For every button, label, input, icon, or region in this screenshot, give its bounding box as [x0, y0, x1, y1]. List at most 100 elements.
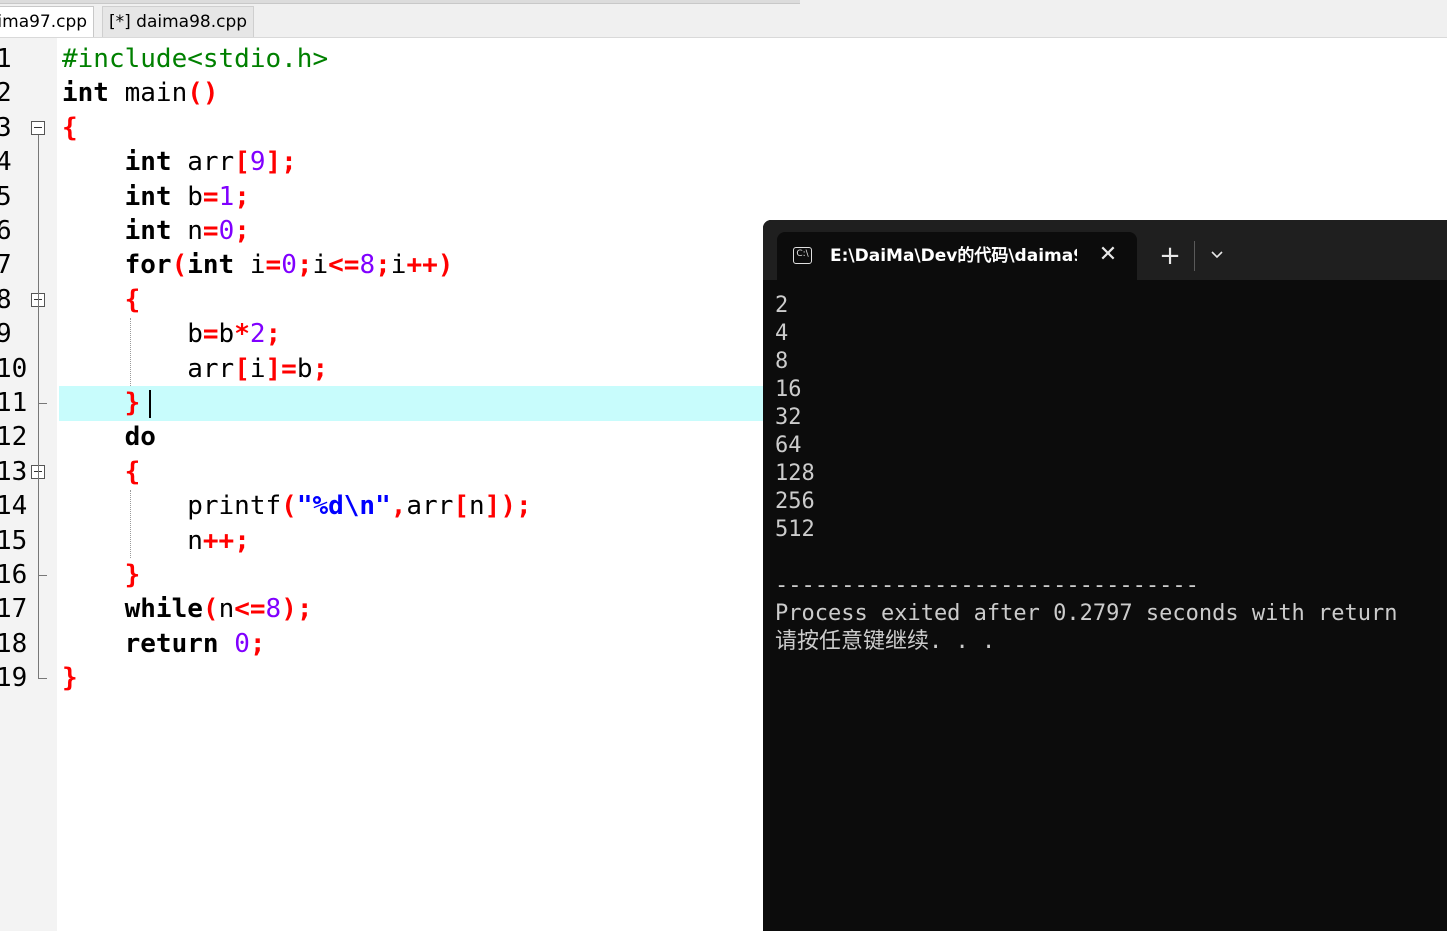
code-line: int b=1;	[62, 180, 250, 214]
line-number: 5	[0, 181, 12, 212]
code-line: n++;	[62, 524, 250, 558]
code-token: i	[312, 250, 329, 281]
fold-end-marker	[38, 403, 47, 404]
line-number: 2	[0, 78, 12, 109]
code-line: return 0;	[62, 627, 266, 661]
code-token: for	[124, 250, 172, 281]
code-token: i	[249, 353, 266, 384]
code-token: ;	[234, 181, 250, 212]
code-token: do	[124, 422, 156, 453]
line-number: 8	[0, 284, 12, 315]
console-output-line: 512	[775, 517, 815, 542]
tab-daima97[interactable]: aima97.cpp	[0, 6, 95, 37]
code-token: ]=	[265, 353, 297, 384]
code-token: ;	[234, 216, 250, 246]
code-token: (	[171, 250, 188, 281]
code-token: 0	[234, 628, 250, 659]
code-line: do	[62, 420, 156, 454]
code-line: int n=0;	[62, 214, 250, 248]
fold-guide-line	[38, 478, 39, 575]
code-token: [	[234, 353, 250, 384]
console-output-line: 8	[775, 349, 789, 374]
code-token: 8	[265, 594, 282, 625]
line-number: 16	[0, 560, 28, 590]
line-number: 15	[0, 525, 28, 556]
code-token: 8	[359, 250, 376, 281]
fold-end-marker	[38, 678, 47, 680]
code-token: 1	[218, 181, 235, 212]
code-line: for(int i=0;i<=8;i++)	[62, 248, 454, 282]
code-token: =	[202, 319, 219, 350]
fold-end-marker	[38, 575, 47, 576]
code-token: =	[265, 250, 282, 281]
line-number: 7	[0, 250, 12, 281]
chevron-down-icon[interactable]	[1203, 242, 1231, 272]
close-icon[interactable]: ✕	[1093, 240, 1123, 270]
console-output-line: 4	[775, 321, 789, 346]
console-tab[interactable]: C:\ E:\DaiMa\Dev的代码\daima97 ✕	[777, 232, 1137, 280]
code-token: ++)	[406, 250, 454, 281]
code-token: return	[124, 628, 219, 659]
console-window[interactable]: C:\ E:\DaiMa\Dev的代码\daima97 ✕ + 2 4 8 16 32 6…	[763, 220, 1447, 931]
code-line: arr[i]=b;	[62, 352, 328, 386]
line-number: 19	[0, 663, 28, 694]
code-line: }	[62, 558, 141, 592]
new-tab-button[interactable]: +	[1155, 242, 1185, 272]
line-number: 9	[0, 319, 12, 350]
console-output-line: 32	[775, 405, 802, 430]
line-number: 12	[0, 422, 28, 453]
fold-guide-line	[38, 306, 39, 403]
current-line-highlight	[59, 386, 763, 421]
code-token: 2	[249, 319, 266, 350]
code-token: (	[281, 491, 297, 522]
code-line: {	[62, 111, 78, 145]
console-output-line: 64	[775, 433, 802, 458]
code-token: (	[202, 594, 219, 625]
console-output-line: 16	[775, 377, 802, 402]
code-line: #include<stdio.h>	[62, 42, 328, 76]
console-output-line: 请按任意键继续. . .	[775, 629, 996, 654]
code-token: b	[218, 319, 235, 350]
code-token: );	[281, 594, 313, 625]
console-titlebar: C:\ E:\DaiMa\Dev的代码\daima97 ✕ +	[763, 220, 1447, 280]
code-token: 0	[281, 250, 297, 281]
titlebar-divider	[1194, 241, 1195, 271]
code-token: ()	[187, 78, 219, 109]
line-number: 17	[0, 594, 28, 625]
line-number: 13	[0, 456, 28, 487]
fold-collapse-icon[interactable]	[31, 120, 45, 135]
code-token: arr	[171, 147, 235, 178]
code-token: arr	[406, 491, 454, 522]
line-number: 14	[0, 491, 28, 522]
code-token: int	[124, 216, 172, 246]
code-line: while(n<=8);	[62, 592, 313, 626]
line-number: 1	[0, 44, 12, 74]
code-token: {	[62, 112, 78, 143]
code-line: {	[62, 283, 141, 317]
line-number: 6	[0, 216, 12, 246]
line-number: 11	[0, 388, 28, 418]
console-output-line: 2	[775, 293, 789, 318]
indent-guide	[130, 490, 131, 558]
code-token: 0	[218, 216, 235, 246]
code-line: {	[62, 455, 141, 489]
code-token: n	[469, 491, 485, 522]
fold-guide-line	[38, 134, 39, 679]
code-token: b	[171, 181, 203, 212]
code-token: n	[62, 525, 203, 556]
indent-guide	[130, 318, 131, 386]
code-token: =	[202, 181, 219, 212]
code-token: ]);	[484, 491, 532, 522]
tab-daima98[interactable]: [*] daima98.cpp	[102, 6, 255, 37]
code-token: ;	[312, 353, 329, 384]
console-output: 2 4 8 16 32 64 128 256 512 ----------------------…	[775, 292, 1447, 656]
line-number: 3	[0, 112, 12, 143]
code-token: n	[171, 216, 203, 246]
